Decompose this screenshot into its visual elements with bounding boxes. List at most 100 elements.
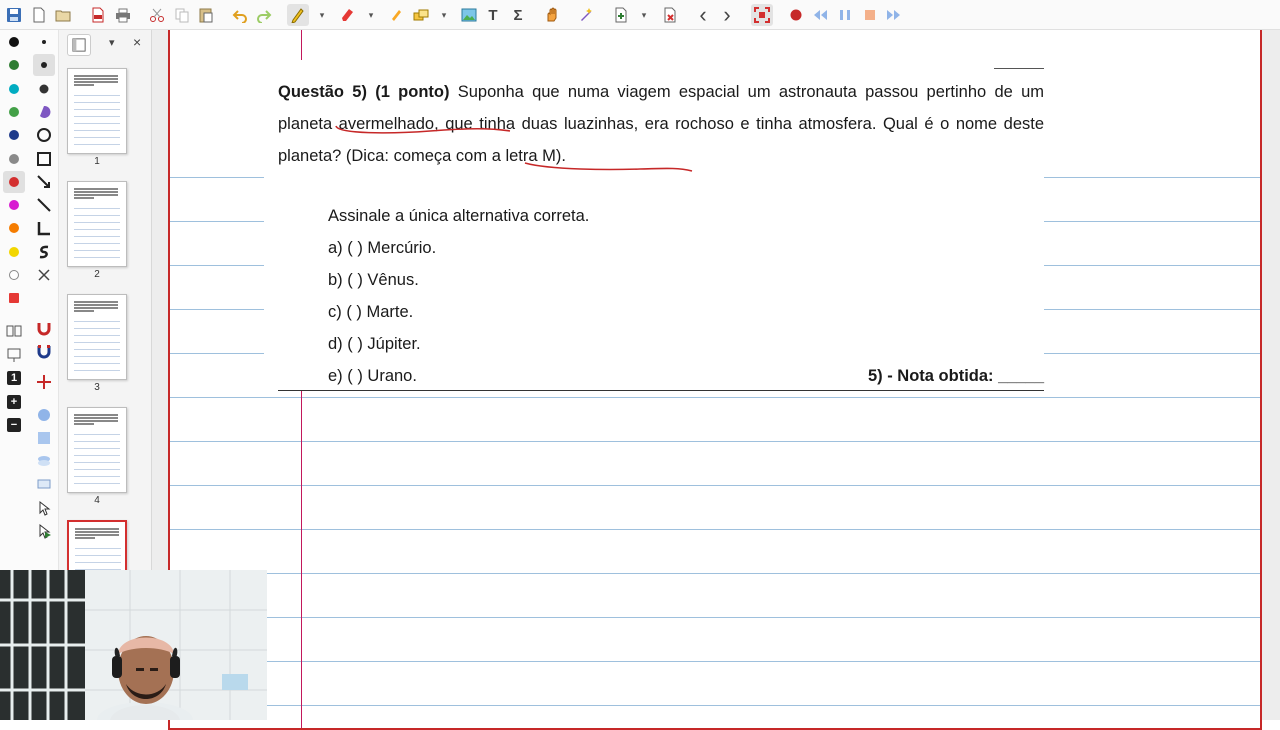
lasso-icon[interactable] <box>33 101 55 123</box>
print-icon[interactable] <box>112 4 134 26</box>
thumbnail-text-line <box>75 537 95 539</box>
mode-button[interactable]: + <box>3 391 25 413</box>
thumbnail-text-line <box>74 307 118 309</box>
shapes-options-chevron-icon[interactable]: ▾ <box>439 6 449 24</box>
curve-tool-icon[interactable] <box>33 241 55 263</box>
thumbnail-ruled-line <box>74 208 120 209</box>
magnet-icon[interactable] <box>33 340 55 362</box>
fit-screen-icon[interactable] <box>751 4 773 26</box>
angle-tool-icon[interactable] <box>33 217 55 239</box>
new-page-icon[interactable] <box>28 4 50 26</box>
color-dot-icon <box>9 200 19 211</box>
pages-view-toggle-button[interactable] <box>67 34 91 56</box>
page-thumbnail[interactable] <box>67 181 127 267</box>
mode-button[interactable]: 1 <box>3 367 25 389</box>
stack-icon[interactable] <box>33 473 55 495</box>
page-thumbnail[interactable] <box>67 68 127 154</box>
formula-icon[interactable]: Σ <box>507 4 529 26</box>
thumbnail-text-line <box>75 534 119 536</box>
color-swatch[interactable] <box>3 241 25 263</box>
delete-page-icon[interactable] <box>659 4 681 26</box>
color-swatch[interactable] <box>3 54 25 76</box>
open-folder-icon[interactable] <box>52 4 74 26</box>
thumbnail-ruled-line <box>74 476 120 477</box>
thumbnail-ruled-line <box>74 250 120 251</box>
redo-icon[interactable] <box>253 4 275 26</box>
layers-icon[interactable] <box>33 450 55 472</box>
magnet-snap-icon[interactable] <box>33 317 55 339</box>
compass-tool-icon[interactable] <box>33 264 55 286</box>
thumbnail-ruled-line <box>74 356 120 357</box>
rewind-icon[interactable] <box>809 4 831 26</box>
shapes-icon[interactable] <box>410 4 432 26</box>
record-icon[interactable] <box>785 4 807 26</box>
color-swatch[interactable] <box>3 148 25 170</box>
play-pointer-icon[interactable] <box>33 520 55 542</box>
color-swatch[interactable] <box>3 78 25 100</box>
color-swatch[interactable] <box>3 264 25 286</box>
color-dot-icon <box>9 37 19 47</box>
export-pdf-icon[interactable] <box>87 4 109 26</box>
ruled-line <box>170 485 1260 486</box>
pages-options-chevron-icon[interactable]: ▾ <box>109 36 115 49</box>
color-swatch[interactable] <box>3 287 25 309</box>
color-swatch[interactable] <box>3 170 25 193</box>
panel-icon <box>72 38 86 52</box>
thumbnail-ruled-line <box>74 257 120 258</box>
line-tool-icon[interactable] <box>33 194 55 216</box>
thumbnail-text-line <box>74 84 94 86</box>
question-content-box: Questão 5) (1 ponto) Suponha que numa vi… <box>264 60 1044 391</box>
whiteboard-canvas[interactable]: Questão 5) (1 ponto) Suponha que numa vi… <box>152 30 1280 730</box>
page-thumbnail[interactable] <box>67 294 127 380</box>
color-swatch[interactable] <box>3 194 25 216</box>
next-page-icon[interactable]: › <box>716 2 738 27</box>
add-page-icon[interactable] <box>610 4 632 26</box>
previous-page-icon[interactable]: ‹ <box>692 2 714 27</box>
hand-icon[interactable] <box>541 4 563 26</box>
image-icon[interactable] <box>458 4 480 26</box>
thumbnail-ruled-line <box>74 102 120 103</box>
color-swatch[interactable] <box>3 217 25 239</box>
square-icon[interactable] <box>33 427 55 449</box>
stop-icon[interactable] <box>859 4 881 26</box>
brush-size-small-icon[interactable] <box>33 31 55 53</box>
circle-tool-icon[interactable] <box>33 124 55 146</box>
answer-option: c) ( ) Marte. <box>328 303 414 321</box>
pen-options-chevron-icon[interactable]: ▾ <box>317 6 327 24</box>
grid-icon[interactable] <box>33 371 55 393</box>
notebook-page[interactable]: Questão 5) (1 ponto) Suponha que numa vi… <box>168 30 1262 730</box>
brush-size-medium-icon[interactable] <box>33 54 55 77</box>
magic-pen-icon[interactable] <box>575 4 597 26</box>
pause-icon[interactable] <box>834 4 856 26</box>
cut-icon[interactable] <box>146 4 168 26</box>
answer-option: b) ( ) Vênus. <box>328 271 419 289</box>
color-swatch[interactable] <box>3 124 25 146</box>
fast-forward-icon[interactable] <box>883 4 905 26</box>
undo-icon[interactable] <box>229 4 251 26</box>
page-thumbnail[interactable] <box>67 407 127 493</box>
mode-button-label: − <box>7 418 21 432</box>
eraser-icon[interactable] <box>336 4 358 26</box>
color-swatch[interactable] <box>3 31 25 53</box>
pointer-icon[interactable] <box>33 497 55 519</box>
save-icon[interactable] <box>3 4 25 26</box>
cube-icon[interactable] <box>33 404 55 426</box>
rectangle-tool-icon[interactable] <box>33 148 55 170</box>
thumbnail-ruled-line <box>74 109 120 110</box>
brush-size-large-icon[interactable] <box>33 78 55 100</box>
dual-page-icon[interactable] <box>3 320 25 342</box>
page-thumbnail[interactable] <box>67 520 127 570</box>
pen-icon[interactable] <box>287 4 309 26</box>
mode-button[interactable]: − <box>3 414 25 436</box>
presentation-icon[interactable] <box>3 344 25 366</box>
close-panel-button[interactable]: × <box>133 34 141 50</box>
answer-option: d) ( ) Júpiter. <box>328 335 421 353</box>
add-page-options-chevron-icon[interactable]: ▾ <box>639 6 649 24</box>
text-icon[interactable]: T <box>482 4 504 26</box>
color-swatch[interactable] <box>3 101 25 123</box>
copy-icon[interactable] <box>171 4 193 26</box>
highlighter-icon[interactable] <box>385 4 407 26</box>
paste-icon[interactable] <box>195 4 217 26</box>
eraser-options-chevron-icon[interactable]: ▾ <box>366 6 376 24</box>
arrow-tool-icon[interactable] <box>33 171 55 193</box>
